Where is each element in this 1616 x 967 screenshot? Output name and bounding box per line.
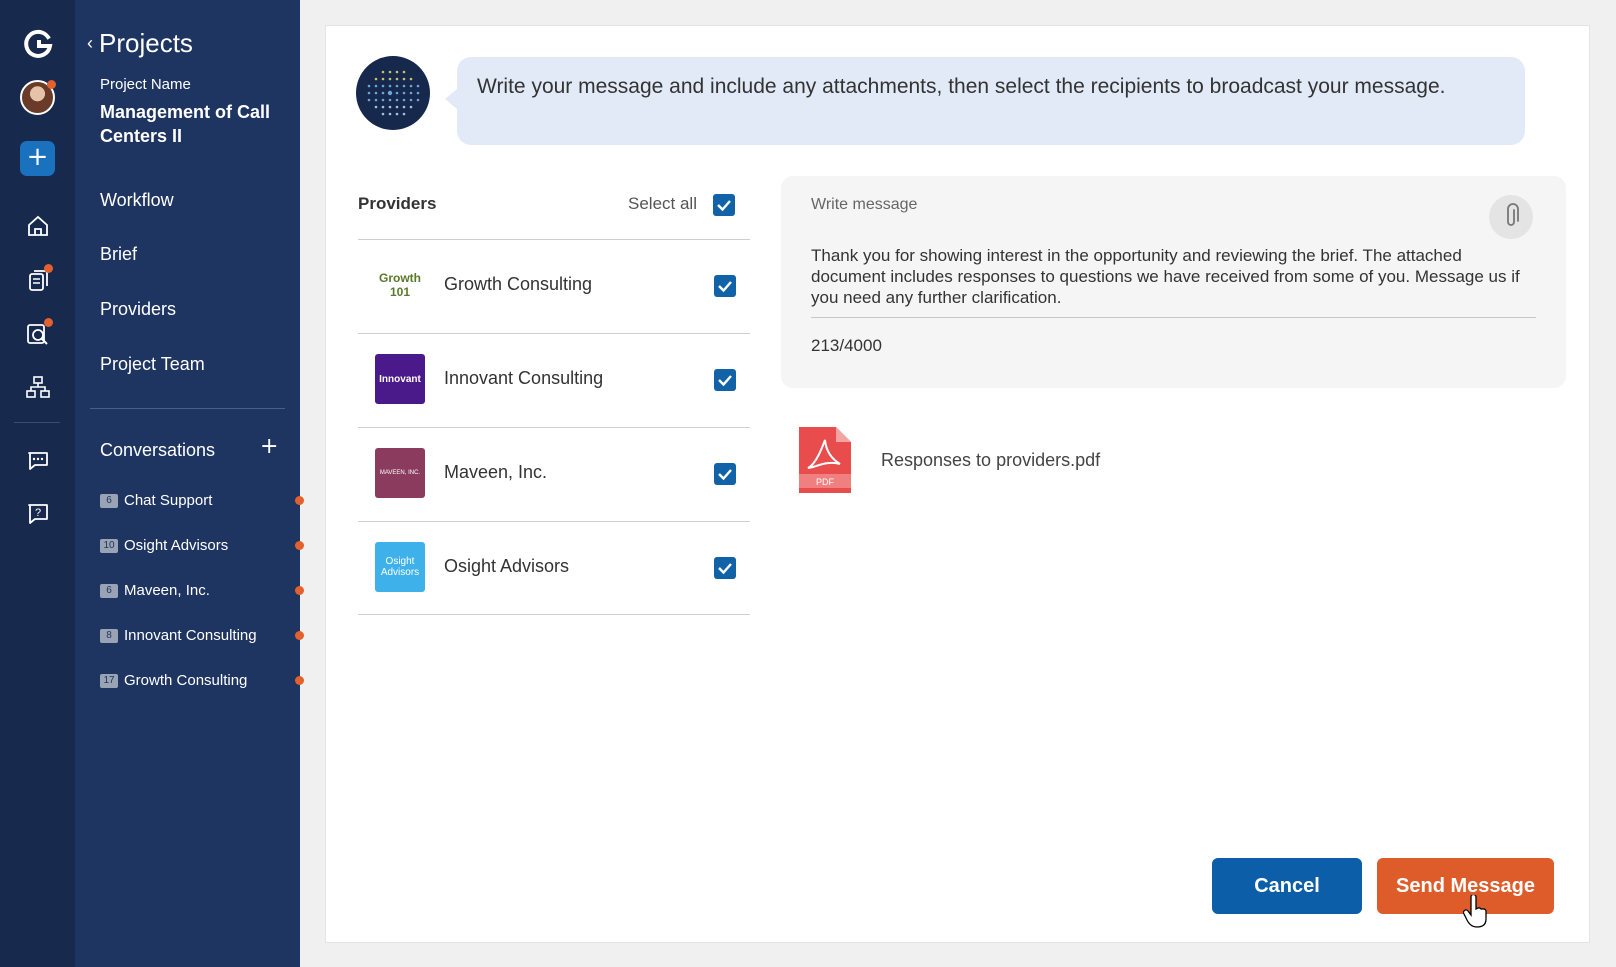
nav-workflow[interactable]: Workflow xyxy=(100,190,174,211)
instruction-bubble: Write your message and include any attac… xyxy=(445,57,1525,145)
conversation-item[interactable]: 10 Osight Advisors xyxy=(100,537,304,554)
conversation-item[interactable]: 6 Maveen, Inc. xyxy=(100,582,304,599)
top-strip xyxy=(325,0,1590,25)
add-button[interactable]: + xyxy=(20,141,55,176)
assistant-avatar-icon xyxy=(356,56,430,130)
conversation-label: Maveen, Inc. xyxy=(124,582,210,599)
logo-g-icon[interactable] xyxy=(22,28,54,60)
sidebar-divider xyxy=(90,408,285,409)
back-to-projects[interactable]: ‹ Projects xyxy=(87,28,193,59)
hand-cursor-icon xyxy=(1462,893,1489,929)
unread-badge: 10 xyxy=(100,538,118,553)
help-icon[interactable]: ? xyxy=(25,500,51,526)
unread-dot xyxy=(295,496,304,505)
avatar[interactable] xyxy=(20,80,56,115)
pdf-icon: PDF xyxy=(796,424,854,496)
provider-row[interactable]: Osight Advisors Osight Advisors xyxy=(358,521,750,615)
search-doc-icon[interactable] xyxy=(25,318,53,347)
provider-row[interactable]: Growth 101 Growth Consulting xyxy=(358,239,750,333)
back-label: Projects xyxy=(99,28,193,58)
unread-badge: 6 xyxy=(100,583,118,598)
chat-icon[interactable] xyxy=(25,447,51,473)
project-sidebar: ‹ Projects Project Name Management of Ca… xyxy=(75,0,304,967)
provider-row[interactable]: Innovant Innovant Consulting xyxy=(358,333,750,427)
documents-icon[interactable] xyxy=(25,264,53,293)
conversation-item[interactable]: 6 Chat Support xyxy=(100,492,304,509)
icon-rail: + ? xyxy=(0,0,75,967)
conversation-label: Osight Advisors xyxy=(124,537,229,554)
providers-heading: Providers xyxy=(358,194,437,213)
broadcast-message-panel: Write your message and include any attac… xyxy=(325,25,1590,943)
provider-logo: Innovant xyxy=(375,354,425,404)
nav-brief[interactable]: Brief xyxy=(100,244,137,265)
nav-providers[interactable]: Providers xyxy=(100,299,176,320)
provider-name: Innovant Consulting xyxy=(444,368,604,388)
provider-name: Maveen, Inc. xyxy=(444,462,548,482)
provider-checkbox[interactable] xyxy=(714,557,736,579)
message-label: Write message xyxy=(811,196,918,213)
page-edge xyxy=(1590,0,1616,967)
conversation-item[interactable]: 8 Innovant Consulting xyxy=(100,627,304,644)
provider-name: Growth Consulting xyxy=(444,274,593,294)
message-composer[interactable]: Write message Thank you for showing inte… xyxy=(781,176,1566,388)
project-name: Management of Call Centers II xyxy=(100,102,271,146)
unread-dot xyxy=(295,541,304,550)
provider-checkbox[interactable] xyxy=(714,369,736,391)
message-divider xyxy=(811,317,1536,318)
character-counter: 213/4000 xyxy=(811,336,882,355)
unread-dot xyxy=(295,676,304,685)
unread-dot xyxy=(295,586,304,595)
project-name-label: Project Name xyxy=(100,76,191,93)
conversation-label: Chat Support xyxy=(124,492,213,509)
provider-logo: MAVEEN, INC. xyxy=(375,448,425,498)
svg-text:PDF: PDF xyxy=(816,477,835,487)
conversation-item[interactable]: 17 Growth Consulting xyxy=(100,672,304,689)
provider-row[interactable]: MAVEEN, INC. Maveen, Inc. xyxy=(358,427,750,521)
provider-checkbox[interactable] xyxy=(714,463,736,485)
nav-project-team[interactable]: Project Team xyxy=(100,354,205,375)
provider-logo: Osight Advisors xyxy=(375,542,425,592)
provider-logo: Growth 101 xyxy=(375,260,425,310)
provider-checkbox[interactable] xyxy=(714,275,736,297)
select-all-checkbox[interactable] xyxy=(713,194,735,216)
provider-name: Osight Advisors xyxy=(444,556,570,576)
unread-badge: 17 xyxy=(100,673,118,688)
unread-dot xyxy=(295,631,304,640)
home-icon[interactable] xyxy=(25,213,51,239)
attachment-item[interactable]: PDF Responses to providers.pdf xyxy=(796,424,1100,496)
conversations-heading: Conversations xyxy=(100,440,216,460)
paperclip-icon[interactable] xyxy=(1489,195,1533,239)
svg-text:?: ? xyxy=(35,507,41,519)
add-conversation-icon[interactable]: + xyxy=(260,434,278,459)
unread-badge: 6 xyxy=(100,493,118,508)
conversation-label: Innovant Consulting xyxy=(124,627,257,644)
org-chart-icon[interactable] xyxy=(25,374,51,400)
conversation-label: Growth Consulting xyxy=(124,672,248,689)
unread-badge: 8 xyxy=(100,628,118,643)
cancel-button[interactable]: Cancel xyxy=(1212,858,1362,914)
provider-list: Growth 101 Growth Consulting Innovant In… xyxy=(358,239,750,615)
chevron-left-icon: ‹ xyxy=(87,33,93,53)
attachment-name: Responses to providers.pdf xyxy=(881,449,1101,470)
select-all-label: Select all xyxy=(628,194,697,213)
message-textarea[interactable]: Thank you for showing interest in the op… xyxy=(811,245,1536,308)
